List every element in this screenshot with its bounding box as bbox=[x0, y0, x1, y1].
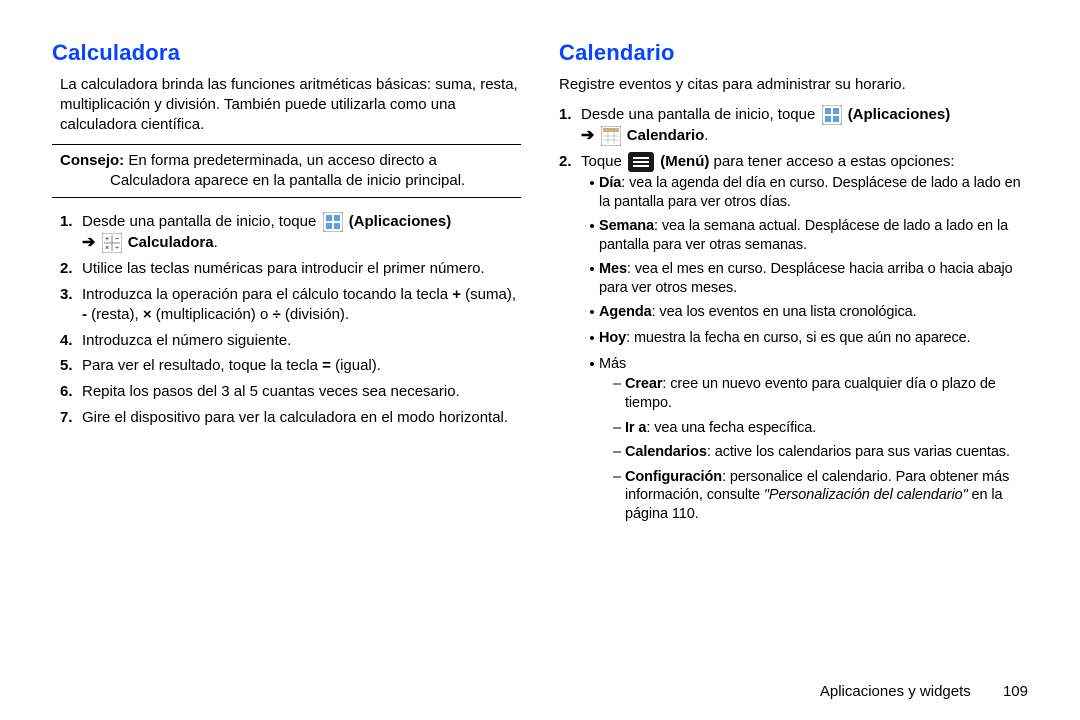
calendar-icon bbox=[601, 126, 621, 146]
menu-icon bbox=[628, 152, 654, 172]
calculator-heading: Calculadora bbox=[52, 38, 521, 67]
tip-body: En forma predeterminada, un acceso direc… bbox=[110, 152, 465, 189]
calendar-steps: 1. Desde una pantalla de inicio, toque (… bbox=[559, 105, 1028, 535]
footer-section: Aplicaciones y widgets bbox=[820, 683, 971, 700]
step-2: 2.Utilice las teclas numéricas para intr… bbox=[60, 259, 521, 279]
calendar-intro: Registre eventos y citas para administra… bbox=[559, 75, 1028, 95]
page-number: 109 bbox=[1003, 683, 1028, 700]
svg-text:+: + bbox=[105, 236, 109, 243]
page-footer: Aplicaciones y widgets 109 bbox=[820, 683, 1028, 700]
opt-mas: Más Crear: cree un nuevo evento para cua… bbox=[585, 355, 1028, 529]
step-1: 1. Desde una pantalla de inicio, toque (… bbox=[60, 212, 521, 253]
svg-text:×: × bbox=[105, 245, 109, 252]
tip-box: Consejo: En forma predeterminada, un acc… bbox=[52, 144, 521, 198]
step-5: 5. Para ver el resultado, toque la tecla… bbox=[60, 356, 521, 376]
sub-calendarios: Calendarios: active los calendarios para… bbox=[609, 443, 1028, 462]
opt-hoy: Hoy: muestra la fecha en curso, si es qu… bbox=[585, 329, 1028, 349]
more-options: Crear: cree un nuevo evento para cualqui… bbox=[609, 375, 1028, 523]
step-6: 6.Repita los pasos del 3 al 5 cuantas ve… bbox=[60, 382, 521, 402]
apps-icon bbox=[822, 105, 842, 125]
arrow-icon: ➔ bbox=[581, 127, 594, 144]
menu-options: Día: vea la agenda del día en curso. Des… bbox=[585, 174, 1028, 529]
apps-icon bbox=[323, 212, 343, 232]
step-7: 7.Gire el dispositivo para ver la calcul… bbox=[60, 408, 521, 428]
step-4: 4.Introduzca el número siguiente. bbox=[60, 331, 521, 351]
sub-crear: Crear: cree un nuevo evento para cualqui… bbox=[609, 375, 1028, 412]
calculator-intro: La calculadora brinda las funciones arit… bbox=[60, 75, 521, 134]
opt-dia: Día: vea la agenda del día en curso. Des… bbox=[585, 174, 1028, 211]
sub-config: Configuración: personalice el calendario… bbox=[609, 468, 1028, 524]
calculator-steps: 1. Desde una pantalla de inicio, toque (… bbox=[60, 212, 521, 428]
tip-label: Consejo: bbox=[60, 152, 124, 169]
step-3: 3. Introduzca la operación para el cálcu… bbox=[60, 285, 521, 325]
svg-text:÷: ÷ bbox=[115, 245, 119, 252]
opt-mes: Mes: vea el mes en curso. Desplácese hac… bbox=[585, 260, 1028, 297]
calendar-heading: Calendario bbox=[559, 38, 1028, 67]
svg-text:−: − bbox=[115, 236, 119, 243]
opt-semana: Semana: vea la semana actual. Desplácese… bbox=[585, 217, 1028, 254]
cal-step-2: 2. Toque (Menú) para tener acceso a esta… bbox=[559, 152, 1028, 535]
calculator-icon: +−× ÷ bbox=[102, 233, 122, 253]
cal-step-1: 1. Desde una pantalla de inicio, toque (… bbox=[559, 105, 1028, 146]
opt-agenda: Agenda: vea los eventos en una lista cro… bbox=[585, 303, 1028, 323]
left-column: Calculadora La calculadora brinda las fu… bbox=[52, 32, 521, 541]
right-column: Calendario Registre eventos y citas para… bbox=[559, 32, 1028, 541]
arrow-icon: ➔ bbox=[82, 234, 95, 251]
sub-ira: Ir a: vea una fecha específica. bbox=[609, 419, 1028, 438]
